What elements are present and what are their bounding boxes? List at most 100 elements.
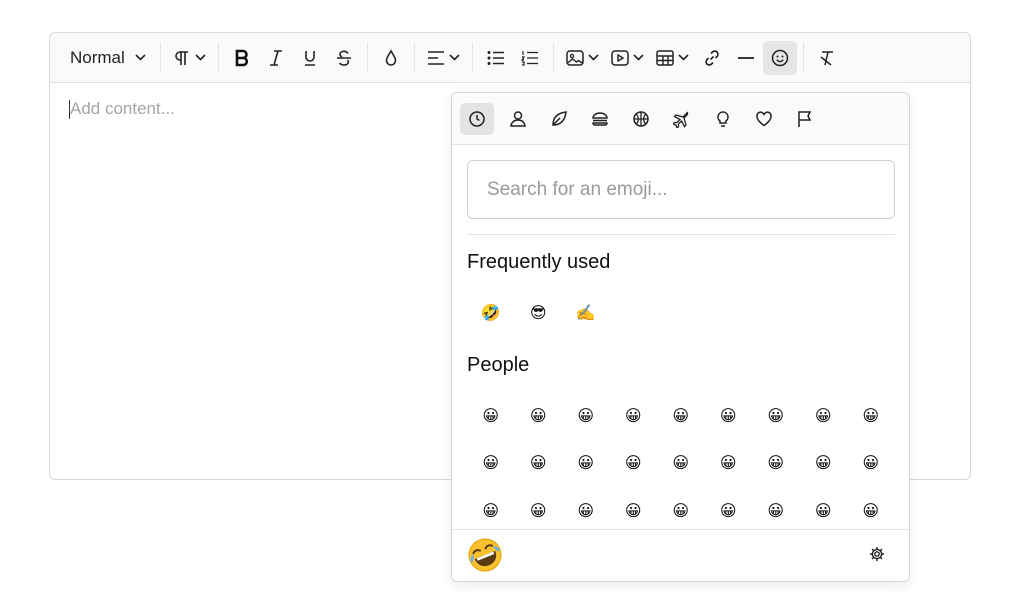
emoji-item[interactable]: 😀 [467,394,515,438]
emoji-item[interactable]: 😀 [562,441,610,485]
bullet-list-button[interactable] [479,41,513,75]
category-recent[interactable] [460,102,494,135]
category-travel[interactable] [665,103,699,135]
image-button[interactable] [560,41,605,75]
horizontal-rule-icon [737,56,754,59]
activity-ball-icon [633,110,649,127]
emoji-category-bar [452,93,909,145]
emoji-item[interactable]: 😀 [515,441,563,485]
clear-format-button[interactable] [810,41,844,75]
emoji-item[interactable]: 😀 [515,394,563,438]
horizontal-rule-button[interactable] [729,41,763,75]
toolbar-divider [413,42,415,73]
emoji-item[interactable]: 😀 [800,441,848,485]
rofl-emoji-preview-icon [468,538,502,572]
emoji-item[interactable]: 🤣 [467,291,515,335]
emoji-item[interactable]: 😀 [705,394,753,438]
emoji-item[interactable]: 😀 [657,394,705,438]
emoji-item[interactable]: 😀 [657,489,705,533]
category-activity[interactable] [624,103,658,135]
emoji-icon [771,49,789,66]
image-icon [566,49,584,66]
recent-icon [469,110,485,127]
flags-icon [798,110,812,127]
food-burger-icon [592,111,608,126]
bullet-list-icon [487,50,504,65]
toolbar-divider [802,42,804,73]
emoji-item[interactable]: 😀 [467,441,515,485]
toolbar-divider [159,42,161,73]
emoji-item[interactable]: 😀 [705,489,753,533]
italic-button[interactable] [259,41,293,75]
emoji-item[interactable]: 😀 [800,489,848,533]
emoji-item[interactable]: 😀 [752,489,800,533]
section-title-people: People [467,354,530,376]
emoji-row: 😀 😀 😀 😀 😀 😀 😀 😀 😀 [467,441,895,485]
table-button[interactable] [650,41,695,75]
chevron-down-icon [195,54,206,61]
video-button[interactable] [605,41,650,75]
paragraph-button[interactable] [167,41,212,75]
bold-icon [235,49,248,66]
emoji-item[interactable]: 😀 [800,394,848,438]
bold-button[interactable] [225,41,259,75]
emoji-item[interactable]: 😀 [610,441,658,485]
people-icon [510,110,526,127]
emoji-item[interactable]: 😎 [515,291,563,335]
gear-icon [870,547,884,561]
emoji-picker: Frequently used 🤣 😎 ✍️ People 😀 😀 😀 😀 😀 … [451,92,910,582]
emoji-row: 😀 😀 😀 😀 😀 😀 😀 😀 😀 [467,394,895,438]
strikethrough-button[interactable] [327,41,361,75]
underline-button[interactable] [293,41,327,75]
category-symbols[interactable] [747,103,781,135]
category-food[interactable] [583,103,617,135]
settings-button[interactable] [869,546,885,567]
toolbar-divider [217,42,219,73]
emoji-item[interactable]: 😀 [705,441,753,485]
link-icon [705,49,719,66]
chevron-down-icon [678,54,689,61]
emoji-item[interactable]: 😀 [847,489,895,533]
emoji-item[interactable]: 😀 [752,394,800,438]
video-icon [611,49,629,66]
category-people[interactable] [501,103,535,135]
emoji-item[interactable]: ✍️ [562,291,610,335]
editor-placeholder: Add content... [70,99,175,118]
emoji-search-input[interactable] [467,160,895,219]
text-color-button[interactable] [374,41,408,75]
strikethrough-icon [336,49,351,66]
emoji-item[interactable]: 😀 [752,441,800,485]
emoji-item[interactable]: 😀 [515,489,563,533]
chevron-down-icon [449,54,460,61]
align-button[interactable] [421,41,466,75]
numbered-list-button[interactable] [513,41,547,75]
emoji-item[interactable]: 😀 [610,394,658,438]
nature-leaf-icon [552,110,567,126]
emoji-item[interactable]: 😀 [467,489,515,533]
emoji-item[interactable]: 😀 [610,489,658,533]
link-button[interactable] [695,41,729,75]
toolbar-divider [471,42,473,73]
objects-bulb-icon [717,110,729,127]
color-drop-icon [385,48,397,66]
chevron-down-icon [633,54,644,61]
emoji-item[interactable]: 😀 [847,441,895,485]
travel-plane-icon [673,111,689,128]
emoji-button[interactable] [762,40,797,75]
emoji-item[interactable]: 😀 [562,489,610,533]
category-objects[interactable] [706,103,740,135]
symbols-heart-icon [756,110,772,126]
emoji-item[interactable]: 😀 [657,441,705,485]
emoji-picker-footer [452,529,909,581]
category-flags[interactable] [788,103,822,135]
text-style-select[interactable]: Normal [62,41,154,75]
editor-toolbar: Normal [50,33,970,83]
divider [467,234,895,235]
category-nature[interactable] [542,103,576,135]
emoji-item[interactable]: 😀 [562,394,610,438]
emoji-item[interactable]: 😀 [847,394,895,438]
numbered-list-icon [520,50,538,66]
section-title-frequently-used: Frequently used [467,251,611,273]
chevron-down-icon [588,54,599,61]
emoji-row: 🤣 😎 ✍️ [467,291,610,335]
